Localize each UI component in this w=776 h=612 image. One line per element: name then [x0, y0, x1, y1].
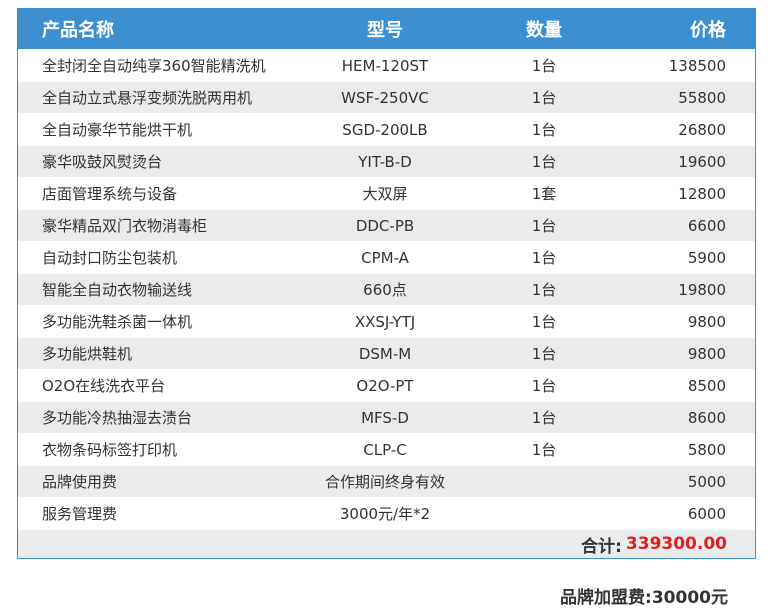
header-qty: 数量 — [526, 20, 562, 41]
cell-name: 智能全自动衣物输送线 — [42, 281, 193, 299]
cell-model: DSM-M — [358, 344, 412, 363]
cell-model: SGD-200LB — [342, 120, 428, 139]
cell-name: 品牌使用费 — [42, 473, 118, 491]
table-row: 多功能冷热抽湿去渍台 MFS-D 1台 8600 — [18, 401, 755, 433]
cell-model: 合作期间终身有效 — [324, 473, 445, 491]
cell-qty: 1台 — [531, 377, 557, 395]
price-table: 产品名称 型号 数量 价格 全封闭全自动纯享360智能精洗机 HEM-120ST 1… — [17, 8, 756, 559]
table-row: 服务管理费 3000元/年*2 6000 — [18, 497, 755, 529]
cell-qty: 1台 — [531, 89, 557, 107]
cell-model: 大双屏 — [362, 185, 408, 203]
cell-qty: 1台 — [531, 153, 557, 171]
header-price: 价格 — [690, 20, 726, 41]
cell-name: 多功能烘鞋机 — [42, 345, 133, 363]
cell-name: 衣物条码标签打印机 — [42, 441, 178, 459]
cell-model: XXSJ-YTJ — [354, 312, 416, 331]
cell-name: 店面管理系统与设备 — [42, 185, 178, 203]
cell-qty: 1台 — [531, 313, 557, 331]
cell-price: 9800 — [687, 344, 726, 363]
table-row: 豪华精品双门衣物消毒柜 DDC-PB 1台 6600 — [18, 209, 755, 241]
cell-qty: 1台 — [531, 57, 557, 75]
cell-name: O2O在线洗衣平台 — [42, 377, 166, 395]
table-row: O2O在线洗衣平台 O2O-PT 1台 8500 — [18, 369, 755, 401]
cell-price: 12800 — [678, 184, 726, 203]
cell-price: 5900 — [687, 248, 726, 267]
cell-qty: 1台 — [531, 217, 557, 235]
cell-price: 19800 — [678, 280, 726, 299]
table-row: 品牌使用费 合作期间终身有效 5000 — [18, 465, 755, 497]
table-row: 多功能洗鞋杀菌一体机 XXSJ-YTJ 1台 9800 — [18, 305, 755, 337]
header-model: 型号 — [367, 20, 403, 41]
cell-model: O2O-PT — [356, 376, 414, 395]
total-value: 339300.00 — [625, 534, 727, 554]
table-row: 全自动立式悬浮变频洗脱两用机 WSF-250VC 1台 55800 — [18, 81, 755, 113]
table-row: 自动封口防尘包装机 CPM-A 1台 5900 — [18, 241, 755, 273]
total-label: 合计: — [581, 536, 622, 557]
cell-model: CPM-A — [361, 248, 409, 267]
table-row: 衣物条码标签打印机 CLP-C 1台 5800 — [18, 433, 755, 465]
table-row: 全自动豪华节能烘干机 SGD-200LB 1台 26800 — [18, 113, 755, 145]
total-row: 合计: 339300.00 — [18, 529, 755, 558]
cell-name: 自动封口防尘包装机 — [42, 249, 178, 267]
cell-model: DDC-PB — [355, 216, 415, 235]
cell-name: 全自动豪华节能烘干机 — [42, 121, 193, 139]
cell-price: 5000 — [687, 472, 726, 491]
cell-price: 5800 — [687, 440, 726, 459]
franchise-fee: 品牌加盟费:30000元 — [560, 588, 728, 608]
cell-qty: 1台 — [531, 281, 557, 299]
cell-price: 6000 — [687, 504, 726, 523]
cell-price: 138500 — [668, 56, 726, 75]
cell-qty: 1套 — [531, 185, 557, 203]
table-row: 智能全自动衣物输送线 660点 1台 19800 — [18, 273, 755, 305]
cell-model: 3000元/年*2 — [339, 505, 431, 523]
table-body: 全封闭全自动纯享360智能精洗机 HEM-120ST 1台 138500 全自动立式悬浮… — [18, 49, 755, 529]
table-row: 店面管理系统与设备 大双屏 1套 12800 — [18, 177, 755, 209]
cell-model: 660点 — [363, 281, 407, 299]
cell-model: HEM-120ST — [341, 56, 429, 75]
cell-model: MFS-D — [361, 408, 409, 427]
cell-price: 8600 — [687, 408, 726, 427]
cell-model: CLP-C — [363, 440, 407, 459]
header-name: 产品名称 — [42, 20, 114, 41]
table-header: 产品名称 型号 数量 价格 — [18, 9, 755, 49]
table-row: 全封闭全自动纯享360智能精洗机 HEM-120ST 1台 138500 — [18, 49, 755, 81]
cell-qty: 1台 — [531, 441, 557, 459]
cell-price: 8500 — [687, 376, 726, 395]
cell-name: 服务管理费 — [42, 505, 118, 523]
cell-qty: 1台 — [531, 345, 557, 363]
cell-qty: 1台 — [531, 121, 557, 139]
cell-price: 55800 — [678, 88, 726, 107]
table-row: 多功能烘鞋机 DSM-M 1台 9800 — [18, 337, 755, 369]
cell-name: 多功能洗鞋杀菌一体机 — [42, 313, 193, 331]
cell-price: 9800 — [687, 312, 726, 331]
cell-price: 6600 — [687, 216, 726, 235]
cell-name: 全自动立式悬浮变频洗脱两用机 — [42, 89, 253, 107]
cell-model: YIT-B-D — [358, 152, 412, 171]
cell-qty: 1台 — [531, 249, 557, 267]
cell-name: 豪华吸鼓风熨烫台 — [42, 153, 163, 171]
cell-qty: 1台 — [531, 409, 557, 427]
cell-name: 全封闭全自动纯享360智能精洗机 — [42, 57, 266, 75]
cell-name: 多功能冷热抽湿去渍台 — [42, 409, 193, 427]
cell-price: 19600 — [678, 152, 726, 171]
cell-name: 豪华精品双门衣物消毒柜 — [42, 217, 208, 235]
cell-model: WSF-250VC — [341, 88, 429, 107]
table-row: 豪华吸鼓风熨烫台 YIT-B-D 1台 19600 — [18, 145, 755, 177]
cell-price: 26800 — [678, 120, 726, 139]
